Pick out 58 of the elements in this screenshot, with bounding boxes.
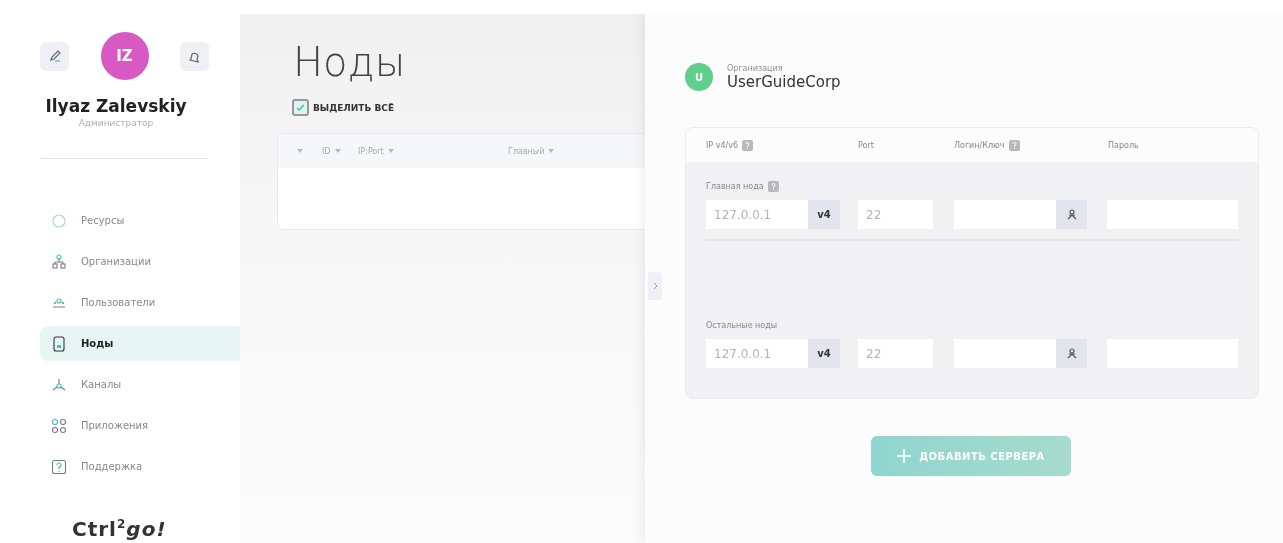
help-icon — [51, 458, 67, 475]
caret-icon — [297, 149, 303, 153]
pencil-icon — [48, 50, 61, 62]
ip-field[interactable]: 127.0.0.1 — [706, 339, 808, 368]
user-name: Ilyaz Zalevskiy — [44, 96, 188, 116]
ip-field[interactable]: 127.0.0.1 — [706, 200, 808, 229]
sidebar-item[interactable]: Поддержка — [40, 449, 240, 484]
sidebar-item[interactable]: Пользователи — [40, 285, 240, 320]
user-icon — [1066, 348, 1077, 359]
login-field[interactable] — [954, 339, 1056, 368]
user-button[interactable] — [1056, 200, 1087, 229]
port-field[interactable]: 22 — [858, 200, 933, 229]
user-role: Администратор — [77, 118, 155, 128]
sidebar-item[interactable]: Ноды — [40, 326, 240, 361]
column-header: Логин/Ключ — [954, 140, 1005, 150]
help-icon[interactable] — [742, 139, 754, 151]
check-icon — [296, 104, 305, 111]
org-name: UserGuideCorp — [727, 72, 841, 91]
user-button[interactable] — [1056, 339, 1087, 368]
sidebar-item[interactable]: Каналы — [40, 367, 240, 402]
page-title: Ноды — [293, 39, 407, 85]
column-header: Пароль — [1108, 140, 1139, 150]
sidebar-item[interactable]: Ресурсы — [40, 203, 240, 238]
group-label: Главная нода — [706, 181, 764, 191]
edit-button[interactable] — [40, 41, 69, 71]
server-icon — [51, 335, 67, 352]
caret-icon — [334, 149, 341, 153]
collapse-button[interactable] — [648, 272, 662, 300]
column-header: Port — [858, 140, 874, 150]
org-caption: Организация — [727, 63, 784, 73]
ip-version-label: v4 — [808, 339, 840, 368]
logo: Ctrl$^{2}$go! — [72, 517, 167, 541]
user-avatar: IZ — [100, 32, 149, 80]
column-header[interactable]: Главный — [508, 146, 545, 156]
hierarchy-icon — [51, 253, 67, 270]
circle-icon — [51, 212, 67, 229]
select-all-label: ВЫДЕЛИТЬ ВСЁ — [313, 102, 395, 113]
port-field[interactable]: 22 — [858, 339, 933, 368]
sidebar-item[interactable]: Организации — [40, 244, 240, 279]
column-header: IP v4/v6 — [706, 140, 739, 150]
group-label: Остальные ноды — [706, 320, 778, 330]
caret-icon — [387, 149, 394, 153]
ip-version-label: v4 — [808, 200, 840, 229]
caret-icon — [548, 149, 555, 153]
apps-icon — [51, 417, 67, 434]
org-avatar: U — [685, 63, 713, 91]
column-header[interactable]: IP:Port — [358, 146, 384, 156]
help-icon[interactable] — [767, 180, 779, 192]
notifications-button[interactable] — [180, 41, 209, 71]
column-header[interactable]: ID — [322, 146, 331, 156]
sidebar-item[interactable]: Приложения — [40, 408, 240, 443]
user-icon — [1066, 209, 1077, 220]
login-field[interactable] — [954, 200, 1056, 229]
select-all-checkbox[interactable] — [292, 99, 309, 116]
help-icon[interactable] — [1008, 139, 1020, 151]
network-icon — [51, 376, 67, 393]
plus-icon — [897, 449, 912, 463]
chevron-right-icon — [652, 282, 658, 290]
